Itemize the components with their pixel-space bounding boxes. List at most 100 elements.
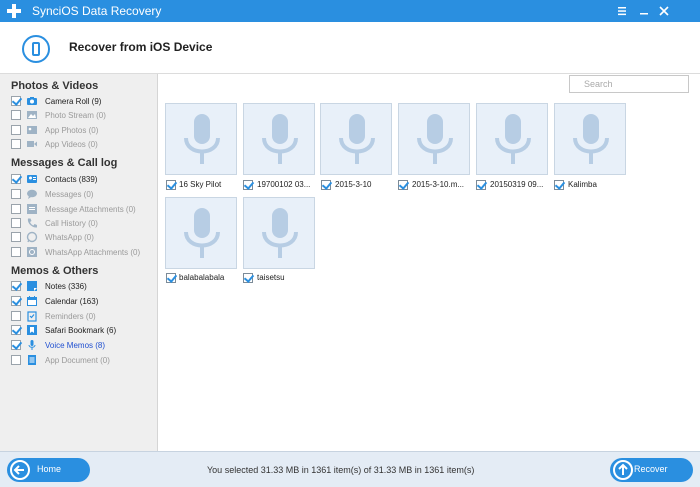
- microphone-icon: [184, 114, 220, 164]
- sidebar-item-label: App Videos (0): [45, 140, 98, 149]
- checkbox[interactable]: [11, 340, 21, 350]
- file-checkbox[interactable]: [554, 180, 564, 190]
- file-checkbox[interactable]: [321, 180, 331, 190]
- sidebar-item-label: Voice Memos (8): [45, 341, 106, 350]
- sidebar-item-label: Photo Stream (0): [45, 111, 106, 120]
- checkbox[interactable]: [11, 311, 21, 321]
- checkbox[interactable]: [11, 189, 21, 199]
- checkbox[interactable]: [11, 204, 21, 214]
- sidebar-item-notes[interactable]: Notes (336): [11, 280, 156, 293]
- checkbox[interactable]: [11, 96, 21, 106]
- file-checkbox[interactable]: [243, 273, 253, 283]
- checkbox[interactable]: [11, 174, 21, 184]
- file-checkbox[interactable]: [398, 180, 408, 190]
- checkbox[interactable]: [11, 355, 21, 365]
- microphone-icon: [495, 114, 531, 164]
- video-camera-icon: [27, 141, 37, 147]
- file-checkbox[interactable]: [243, 180, 253, 190]
- back-arrow-icon: [10, 460, 30, 480]
- sidebar-item-label: Reminders (0): [45, 312, 96, 321]
- home-button[interactable]: Home: [7, 458, 90, 482]
- microphone-icon: [339, 114, 375, 164]
- microphone-icon: [28, 340, 36, 350]
- file-name: Kalimba: [568, 180, 597, 189]
- voice-memo-thumbnail[interactable]: [165, 103, 237, 175]
- search-box[interactable]: Search: [569, 75, 689, 93]
- sidebar-item-app-document[interactable]: App Document (0): [11, 354, 156, 367]
- voice-memo-thumbnail[interactable]: [476, 103, 548, 175]
- file-name: 16 Sky Pilot: [179, 180, 222, 189]
- voice-memo-thumbnail[interactable]: [165, 197, 237, 269]
- microphone-icon: [184, 208, 220, 258]
- checkbox[interactable]: [11, 139, 21, 149]
- voice-memo-thumbnail[interactable]: [554, 103, 626, 175]
- file-name: balabalabala: [179, 273, 225, 282]
- home-button-label: Home: [37, 464, 62, 474]
- app-logo-icon: [7, 4, 21, 18]
- contacts-icon: [27, 175, 37, 183]
- sidebar-item-reminders[interactable]: Reminders (0): [11, 310, 156, 323]
- sidebar-item-camera-roll[interactable]: Camera Roll (9): [11, 95, 156, 108]
- close-icon[interactable]: [656, 3, 672, 19]
- sidebar-item-whatsapp-attachments[interactable]: WhatsApp Attachments (0): [11, 246, 156, 259]
- footer-bar: Home You selected 31.33 MB in 1361 item(…: [0, 451, 700, 487]
- app-photos-icon: [27, 126, 37, 134]
- sidebar-item-voice-memos[interactable]: Voice Memos (8): [11, 339, 156, 352]
- notes-icon: [27, 281, 37, 291]
- checkbox[interactable]: [11, 232, 21, 242]
- microphone-icon: [573, 114, 609, 164]
- sidebar-item-safari-bookmark[interactable]: Safari Bookmark (6): [11, 324, 156, 337]
- sidebar-item-call-history[interactable]: Call History (0): [11, 217, 156, 230]
- checkbox[interactable]: [11, 247, 21, 257]
- phone-icon: [27, 218, 37, 228]
- sidebar-item-contacts[interactable]: Contacts (839): [11, 173, 156, 186]
- microphone-icon: [262, 208, 298, 258]
- sidebar-item-label: Call History (0): [45, 219, 98, 228]
- sidebar-item-calendar[interactable]: Calendar (163): [11, 295, 156, 308]
- checkbox[interactable]: [11, 325, 21, 335]
- menu-icon[interactable]: [614, 3, 630, 19]
- sidebar-item-message-attachments[interactable]: Message Attachments (0): [11, 203, 156, 216]
- recover-button[interactable]: Recover: [610, 458, 693, 482]
- checkbox[interactable]: [11, 218, 21, 228]
- voice-memo-thumbnail[interactable]: [243, 103, 315, 175]
- sidebar-item-label: WhatsApp (0): [45, 233, 94, 242]
- sidebar-item-label: App Document (0): [45, 356, 110, 365]
- sidebar-item-label: Safari Bookmark (6): [45, 326, 117, 335]
- sidebar-item-app-videos[interactable]: App Videos (0): [11, 138, 156, 151]
- recover-button-label: Recover: [634, 464, 668, 474]
- camera-icon: [27, 97, 37, 105]
- file-name: 2015-3-10.m...: [412, 180, 465, 189]
- voice-memo-thumbnail[interactable]: [320, 103, 392, 175]
- checkbox[interactable]: [11, 110, 21, 120]
- sidebar-item-label: WhatsApp Attachments (0): [45, 248, 141, 257]
- voice-memo-thumbnail[interactable]: [398, 103, 470, 175]
- file-checkbox[interactable]: [166, 180, 176, 190]
- category-sidebar: Photos & Videos Camera Roll (9) Photo St…: [0, 74, 158, 451]
- checkbox[interactable]: [11, 125, 21, 135]
- file-checkbox[interactable]: [476, 180, 486, 190]
- bookmark-icon: [27, 325, 37, 335]
- section-title-messages-call-log: Messages & Call log: [11, 157, 118, 169]
- page-header: Recover from iOS Device: [0, 22, 700, 74]
- sidebar-item-label: App Photos (0): [45, 126, 99, 135]
- sidebar-item-messages[interactable]: Messages (0): [11, 188, 156, 201]
- ios-device-icon: [22, 35, 50, 63]
- voice-memo-thumbnail[interactable]: [243, 197, 315, 269]
- calendar-icon: [27, 296, 37, 306]
- microphone-icon: [417, 114, 453, 164]
- sidebar-item-app-photos[interactable]: App Photos (0): [11, 124, 156, 137]
- checkbox[interactable]: [11, 296, 21, 306]
- sidebar-item-photo-stream[interactable]: Photo Stream (0): [11, 109, 156, 122]
- message-bubble-icon: [27, 189, 37, 199]
- section-title-photos-videos: Photos & Videos: [11, 80, 99, 92]
- section-title-memos-others: Memos & Others: [11, 265, 99, 277]
- minimize-icon[interactable]: [636, 3, 652, 19]
- file-checkbox[interactable]: [166, 273, 176, 283]
- sidebar-item-whatsapp[interactable]: WhatsApp (0): [11, 231, 156, 244]
- whatsapp-icon: [26, 231, 38, 243]
- checkbox[interactable]: [11, 281, 21, 291]
- search-input[interactable]: Search: [584, 79, 613, 89]
- title-bar: SynciOS Data Recovery: [0, 0, 700, 22]
- attachment-icon: [27, 204, 37, 214]
